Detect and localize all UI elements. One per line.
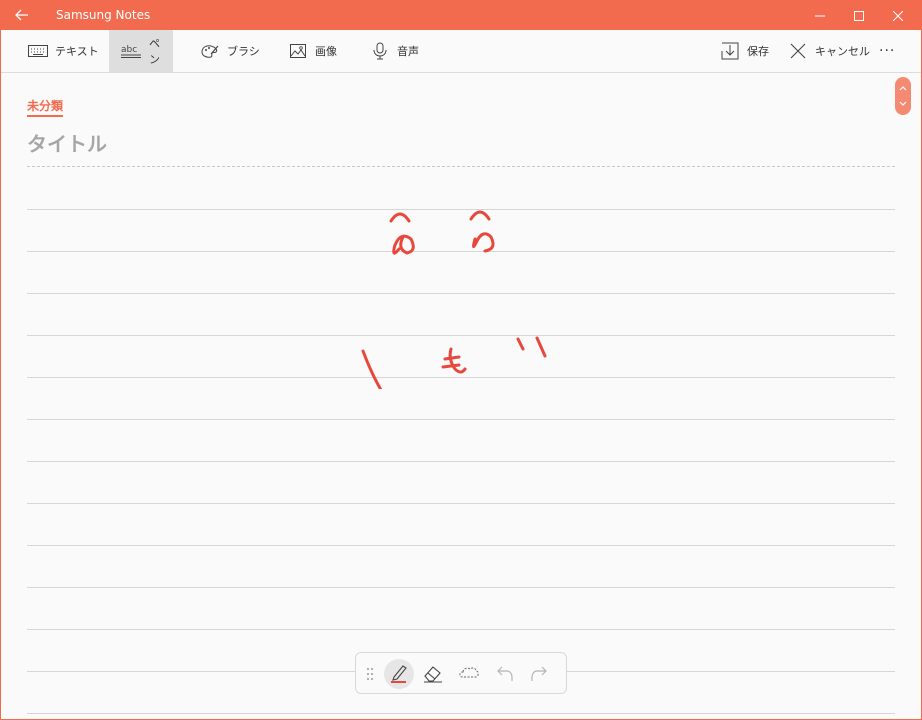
drag-handle-icon [367, 668, 373, 680]
back-button[interactable] [10, 5, 34, 25]
back-arrow-icon [15, 9, 28, 21]
pen-tool-button[interactable]: abc ペン [109, 30, 173, 72]
svg-text:abc: abc [121, 45, 137, 55]
category-label[interactable]: 未分類 [27, 97, 64, 117]
save-button[interactable]: 保存 [707, 30, 781, 72]
eraser-icon [424, 666, 442, 683]
redo-icon [531, 666, 547, 681]
note-canvas[interactable]: 未分類 タイトル [1, 74, 921, 719]
ruled-line [27, 503, 895, 504]
pen-abc-icon: abc [121, 40, 143, 62]
undo-icon [497, 666, 513, 681]
voice-tool-button[interactable]: 音声 [357, 30, 431, 72]
eraser-tool[interactable] [418, 659, 448, 689]
ruled-line [27, 545, 895, 546]
save-label: 保存 [747, 45, 769, 58]
close-button[interactable] [875, 1, 921, 30]
main-toolbar: テキスト abc ペン ブラシ 画像 音声 保存 キャンセル ··· [1, 30, 921, 73]
more-options-icon: ··· [879, 43, 896, 59]
save-download-icon [719, 40, 741, 62]
scroll-buttons[interactable] [895, 77, 911, 115]
image-tool-button[interactable]: 画像 [275, 30, 349, 72]
redo-button[interactable] [524, 659, 554, 689]
cancel-label: キャンセル [815, 45, 870, 58]
brush-palette-icon [199, 40, 221, 62]
voice-tool-label: 音声 [397, 45, 419, 58]
scroll-down-icon[interactable] [899, 101, 907, 107]
pen-tool-label: ペン [149, 37, 160, 66]
drag-handle[interactable] [360, 659, 380, 689]
image-tool-label: 画像 [315, 45, 337, 58]
pen-icon [391, 665, 407, 683]
window-title: Samsung Notes [56, 8, 151, 22]
ruled-line [27, 461, 895, 462]
title-bar: Samsung Notes [1, 1, 921, 30]
cancel-button[interactable]: キャンセル [775, 30, 882, 72]
brush-tool-label: ブラシ [227, 45, 260, 58]
handwriting-drawing[interactable] [351, 199, 571, 389]
pen-toolbar [355, 652, 567, 694]
app-window: Samsung Notes テキスト abc ペン ブラシ 画像 音声 保存 キ… [0, 0, 922, 720]
more-options-button[interactable]: ··· [867, 30, 907, 72]
ruled-line [27, 629, 895, 630]
note-title-field[interactable]: タイトル [27, 128, 107, 157]
close-icon [893, 10, 903, 21]
scroll-up-icon[interactable] [899, 85, 907, 91]
lasso-select-icon [459, 667, 479, 678]
brush-tool-button[interactable]: ブラシ [187, 30, 272, 72]
ruled-line [27, 419, 895, 420]
undo-button[interactable] [490, 659, 520, 689]
cancel-x-icon [787, 40, 809, 62]
title-divider [27, 166, 895, 167]
microphone-icon [369, 40, 391, 62]
text-tool-button[interactable]: テキスト [15, 30, 111, 72]
image-icon [287, 40, 309, 62]
lasso-select-tool[interactable] [454, 659, 484, 689]
keyboard-icon [27, 40, 49, 62]
ruled-line [27, 713, 895, 714]
pen-tool[interactable] [384, 659, 414, 689]
minimize-icon [815, 15, 825, 16]
maximize-icon [854, 10, 864, 21]
text-tool-label: テキスト [55, 45, 99, 58]
ruled-line [27, 587, 895, 588]
